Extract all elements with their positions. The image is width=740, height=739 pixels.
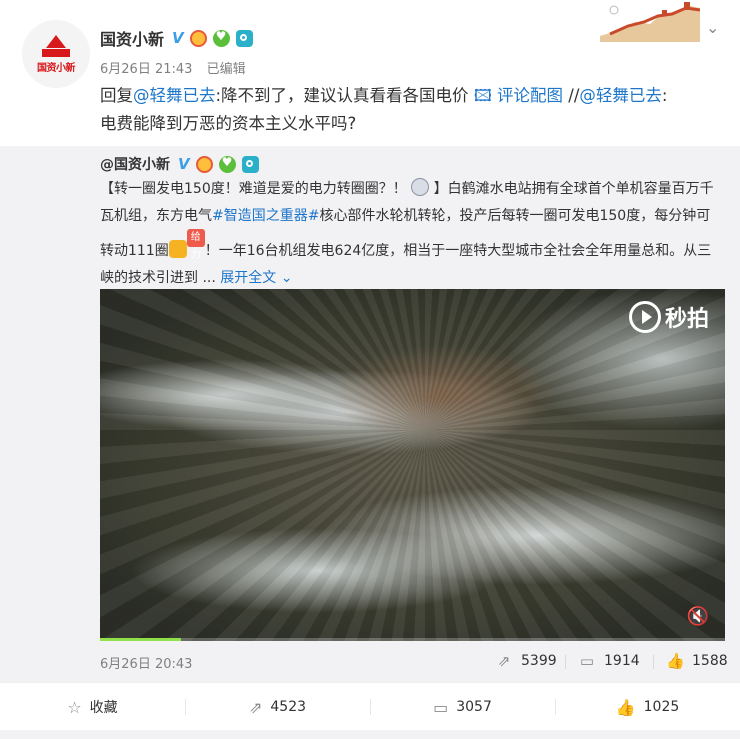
video-brand: 秒拍	[664, 307, 709, 332]
share-icon: ⇗	[248, 697, 263, 717]
favorite-label: 收藏	[89, 700, 118, 716]
chevron-down-icon: ⌄	[280, 269, 293, 286]
comment-icon: ▭	[579, 652, 595, 670]
play-icon	[628, 301, 661, 333]
chevron-down-icon[interactable]: ⌄	[706, 18, 719, 37]
divider	[653, 655, 654, 669]
expand-full-text-link[interactable]: 展开全文 ⌄	[220, 270, 292, 286]
video-progress-fill	[100, 638, 182, 641]
reply-prefix: 回复	[100, 86, 133, 105]
repost-share-button[interactable]: ⇗ 5399	[495, 653, 557, 669]
shocked-emoji-icon	[411, 178, 430, 196]
miaopai-logo: 秒拍	[628, 301, 709, 333]
bottom-divider	[0, 730, 740, 739]
repost-author-row: @国资小新 V	[100, 153, 259, 175]
comment-icon: ▭	[433, 697, 449, 717]
reply-text-line2: 电费能降到万恶的资本主义水平吗?	[100, 114, 357, 133]
post-text: 回复@轻舞已去:降不到了，建议认真看看各国电价 🖾 评论配图 //@轻舞已去: …	[100, 82, 720, 138]
repost-text-part: 【转一圈发电150度！难道是爱的电力转圈圈？！	[100, 181, 407, 197]
share-button[interactable]: ⇗ 4523	[185, 683, 370, 731]
repost-comment-button[interactable]: ▭ 1914	[578, 653, 640, 669]
heart-badge-icon[interactable]	[218, 155, 236, 173]
comment-button[interactable]: ▭ 3057	[370, 683, 555, 731]
repost-share-count: 5399	[521, 653, 557, 669]
expand-label: 展开全文	[220, 269, 277, 286]
heart-badge-icon[interactable]	[212, 29, 230, 47]
comment-count: 3057	[456, 699, 492, 715]
fist-emoji-icon	[168, 240, 187, 258]
repost-author-name[interactable]: @国资小新	[100, 154, 170, 174]
favorite-button[interactable]: ☆ 收藏	[0, 683, 185, 731]
mention-link-2[interactable]: @轻舞已去	[579, 86, 662, 105]
video-player[interactable]: 秒拍 🔇	[100, 289, 725, 641]
star-icon: ☆	[67, 697, 82, 717]
topic-link[interactable]: #智造国之重器#	[212, 208, 319, 224]
share-count: 4523	[270, 699, 307, 715]
video-progress-bar[interactable]	[100, 638, 725, 641]
author-avatar[interactable]: 国资小新	[22, 20, 90, 88]
like-button[interactable]: 👍 1025	[555, 683, 740, 731]
colon: :	[661, 86, 668, 105]
action-bar: ☆ 收藏 ⇗ 4523 ▭ 3057 👍 1025	[0, 682, 740, 730]
thumb-up-icon: 👍	[615, 697, 636, 717]
divider	[565, 655, 566, 669]
comment-pic-label: 评论配图	[497, 86, 564, 105]
great-wall-banner-icon	[600, 0, 700, 42]
reposted-content: @国资小新 V 【转一圈发电150度！难道是爱的电力转圈圈？！ 】白鹤滩水电站拥…	[0, 146, 740, 682]
mention-link[interactable]: @轻舞已去	[133, 86, 216, 105]
author-name[interactable]: 国资小新	[100, 26, 164, 50]
author-row: 国资小新 V	[100, 26, 253, 50]
repost-text: 【转一圈发电150度！难道是爱的电力转圈圈？！ 】白鹤滩水电站拥有全球首个单机容…	[100, 176, 724, 291]
weibo-card: 国资小新 国资小新 V ⌄ 6月26日 21:43 已编辑 回复@轻舞已去:降不…	[0, 0, 740, 739]
repost-footer: 6月26日 20:43 ⇗ 5399 ▭ 1914 👍 1588	[100, 651, 728, 673]
image-icon: 🖾	[473, 86, 492, 105]
share-icon: ⇗	[497, 652, 511, 670]
thumb-up-icon: 👍	[666, 652, 685, 670]
camera-badge-icon[interactable]	[235, 29, 253, 47]
repost-like-count: 1588	[692, 653, 728, 669]
geili-emoji-icon: 给力	[186, 229, 205, 261]
edited-label[interactable]: 已编辑	[207, 62, 246, 77]
verified-icon[interactable]: V	[172, 29, 184, 47]
verified-icon[interactable]: V	[178, 155, 190, 173]
like-count: 1025	[643, 699, 680, 715]
member-icon[interactable]	[189, 29, 207, 47]
avatar-label: 国资小新	[37, 62, 76, 74]
camera-badge-icon[interactable]	[241, 155, 259, 173]
repost-slashes: //	[568, 86, 580, 105]
comment-picture-link[interactable]: 🖾 评论配图	[474, 86, 563, 105]
mute-icon[interactable]: 🔇	[687, 606, 709, 627]
member-icon[interactable]	[195, 155, 213, 173]
repost-date[interactable]: 6月26日 20:43	[100, 653, 192, 672]
video-frame	[100, 289, 725, 641]
sasac-logo-icon	[39, 34, 73, 57]
post-date[interactable]: 6月26日 21:43	[100, 62, 192, 77]
repost-comment-count: 1914	[604, 653, 640, 669]
post-meta: 6月26日 21:43 已编辑	[100, 58, 256, 77]
repost-like-button[interactable]: 👍 1588	[666, 653, 728, 669]
reply-text: :降不到了，建议认真看看各国电价	[215, 86, 469, 105]
